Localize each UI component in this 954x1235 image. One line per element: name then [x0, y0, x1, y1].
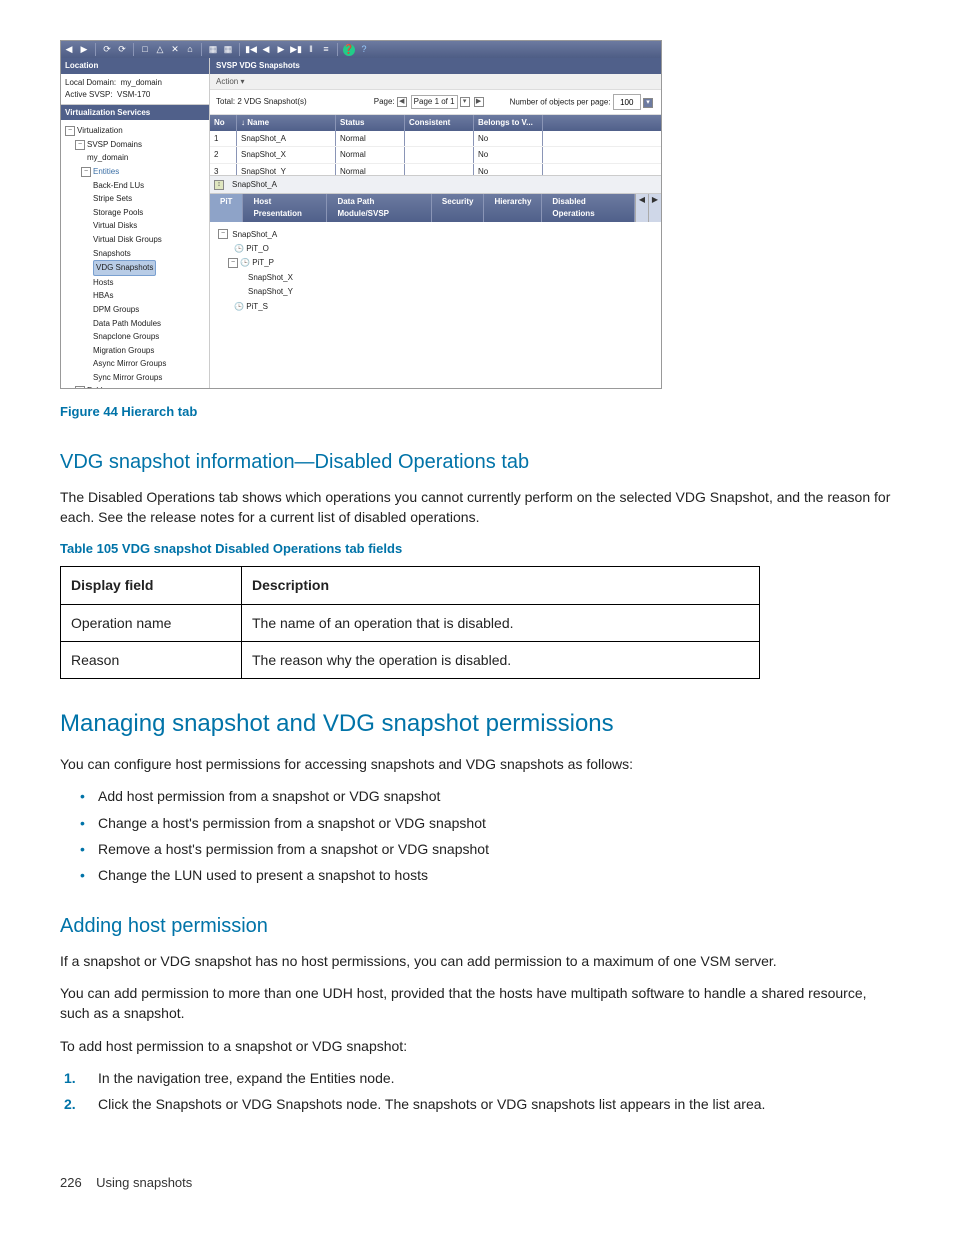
list-item: Change the LUN used to present a snapsho… [60, 865, 894, 885]
pause-icon[interactable]: ‖ [305, 44, 317, 56]
tool-square-icon[interactable]: □ [139, 44, 151, 56]
figure-caption: Figure 44 Hierarch tab [60, 403, 894, 422]
tool-home-icon[interactable]: ⌂ [184, 44, 196, 56]
table-header-field: Display field [61, 567, 242, 604]
next-icon[interactable]: ▶ [275, 44, 287, 56]
heading-managing-permissions: Managing snapshot and VDG snapshot permi… [60, 707, 894, 742]
heading-disabled-operations: VDG snapshot information—Disabled Operat… [60, 448, 894, 477]
list-item: Change a host's permission from a snapsh… [60, 813, 894, 833]
detail-tabs: PiT Host Presentation Data Path Module/S… [210, 194, 661, 221]
action-menu[interactable]: Action ▾ [210, 74, 661, 91]
grid-body[interactable]: 1SnapShot_ANormalNo 2SnapShot_XNormalNo … [210, 131, 661, 175]
refresh2-icon[interactable]: ⟳ [116, 44, 128, 56]
tool-grid1-icon[interactable]: ▦ [207, 44, 219, 56]
paragraph: If a snapshot or VDG snapshot has no hos… [60, 951, 894, 971]
help2-icon[interactable]: ? [358, 44, 370, 56]
last-icon[interactable]: ▶▮ [290, 44, 302, 56]
prev-icon[interactable]: ◀ [260, 44, 272, 56]
tab-scroll-left[interactable]: ◀ [635, 194, 648, 221]
page-next-button[interactable]: ▶ [474, 97, 484, 107]
summary-bar: Total: 2 VDG Snapshot(s) Page: ◀ Page 1 … [210, 90, 661, 115]
step-item: Click the Snapshots or VDG Snapshots nod… [60, 1094, 894, 1114]
location-body: Local Domain: my_domain Active SVSP: VSM… [61, 74, 209, 105]
detail-toggle-button[interactable]: ↕ [214, 180, 224, 190]
help1-icon[interactable]: ❓ [343, 44, 355, 56]
first-icon[interactable]: ▮◀ [245, 44, 257, 56]
hierarchy-tree[interactable]: − SnapShot_A 🕒 PiT_O −🕒 PiT_P SnapShot_X… [210, 222, 661, 364]
steps-list: In the navigation tree, expand the Entit… [60, 1068, 894, 1115]
refresh-icon[interactable]: ⟳ [101, 44, 113, 56]
table-row: Operation name The name of an operation … [61, 604, 760, 641]
page-footer: 226 Using snapshots [60, 1174, 894, 1193]
grid-row: 1SnapShot_ANormalNo [210, 131, 661, 148]
tree-vdg-snapshots: VDG Snapshots [65, 260, 207, 276]
paragraph: You can add permission to more than one … [60, 983, 894, 1024]
nav-back-icon[interactable]: ◀ [63, 44, 75, 56]
virtualization-services-header: Virtualization Services [61, 105, 209, 121]
navigation-tree[interactable]: −Virtualization −SVSP Domains my_domain … [61, 120, 209, 388]
objects-per-page-input[interactable] [613, 94, 641, 110]
tool-grid2-icon[interactable]: ▦ [222, 44, 234, 56]
table-header-description: Description [242, 567, 760, 604]
table-row: Reason The reason why the operation is d… [61, 642, 760, 679]
paragraph: You can configure host permissions for a… [60, 754, 894, 774]
objects-dropdown-button[interactable]: ▾ [643, 98, 653, 108]
list-item: Add host permission from a snapshot or V… [60, 786, 894, 806]
app-screenshot: ◀ ▶ ⟳ ⟳ □ △ ✕ ⌂ ▦ ▦ ▮◀ ◀ ▶ ▶▮ ‖ ≡ ❓ ? Lo… [60, 40, 662, 389]
bullet-list: Add host permission from a snapshot or V… [60, 786, 894, 885]
location-header: Location [61, 58, 209, 74]
tool-delete-icon[interactable]: ✕ [169, 44, 181, 56]
page-indicator[interactable]: Page 1 of 1 [411, 95, 458, 109]
tab-dpm-svsp[interactable]: Data Path Module/SVSP [327, 194, 431, 221]
paragraph: To add host permission to a snapshot or … [60, 1036, 894, 1056]
grid-row: 2SnapShot_XNormalNo [210, 147, 661, 164]
detail-header: ↕ SnapShot_A [210, 175, 661, 195]
tab-scroll-right[interactable]: ▶ [648, 194, 661, 221]
tab-disabled-operations[interactable]: Disabled Operations [542, 194, 635, 221]
grid-row: 3SnapShot_YNormalNo [210, 164, 661, 175]
tool-up-icon[interactable]: △ [154, 44, 166, 56]
page-prev-button[interactable]: ◀ [397, 97, 407, 107]
list-icon[interactable]: ≡ [320, 44, 332, 56]
grid-header[interactable]: No ↓ Name Status Consistent Belongs to V… [210, 115, 661, 131]
step-item: In the navigation tree, expand the Entit… [60, 1068, 894, 1088]
paragraph: The Disabled Operations tab shows which … [60, 487, 894, 528]
heading-adding-host-permission: Adding host permission [60, 912, 894, 941]
nav-forward-icon[interactable]: ▶ [78, 44, 90, 56]
fields-table: Display field Description Operation name… [60, 566, 760, 679]
page-dropdown-button[interactable]: ▾ [460, 97, 470, 107]
tab-host-presentation[interactable]: Host Presentation [243, 194, 327, 221]
tab-pit[interactable]: PiT [210, 194, 243, 221]
list-item: Remove a host's permission from a snapsh… [60, 839, 894, 859]
tab-security[interactable]: Security [432, 194, 485, 221]
right-panel-title: SVSP VDG Snapshots [210, 58, 661, 74]
top-toolbar: ◀ ▶ ⟳ ⟳ □ △ ✕ ⌂ ▦ ▦ ▮◀ ◀ ▶ ▶▮ ‖ ≡ ❓ ? [61, 41, 661, 58]
tab-hierarchy[interactable]: Hierarchy [484, 194, 542, 221]
table-caption: Table 105 VDG snapshot Disabled Operatio… [60, 540, 894, 559]
